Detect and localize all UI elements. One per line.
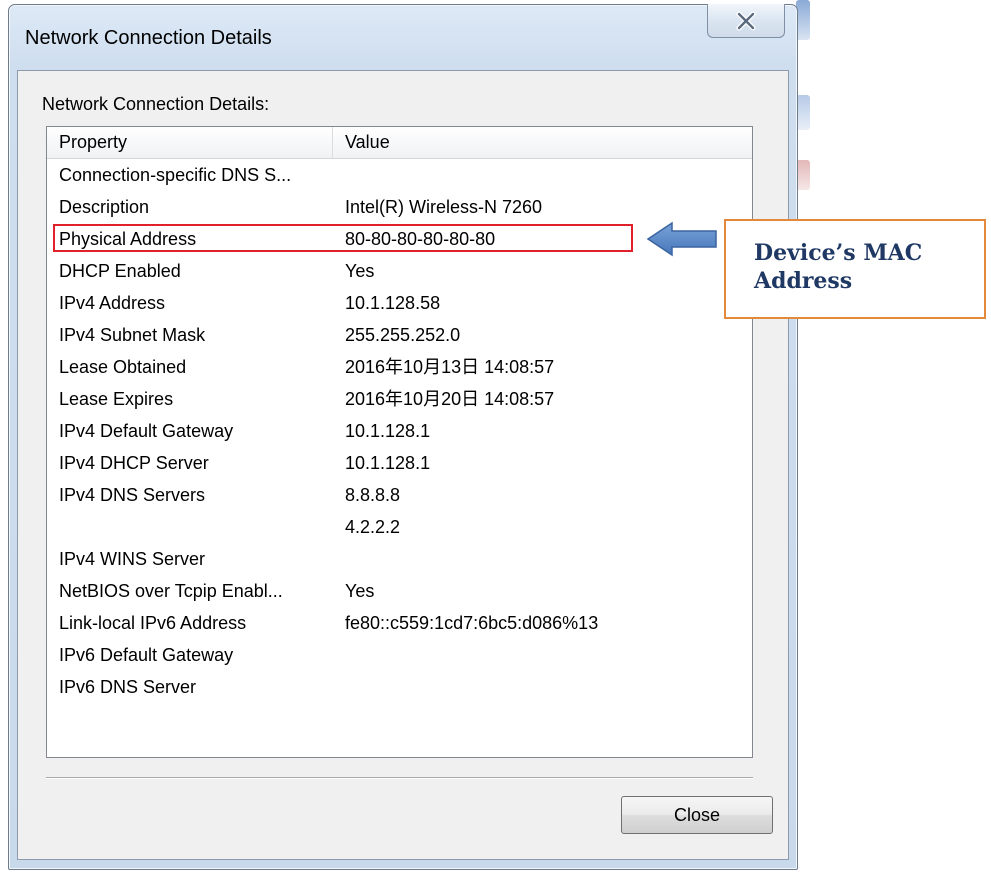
row-value — [345, 543, 745, 575]
list-row[interactable]: Lease Expires 2016年10月20日 14:08:57 — [47, 383, 752, 415]
row-property: IPv6 Default Gateway — [59, 645, 234, 665]
list-row[interactable]: 4.2.2.2 — [47, 511, 752, 543]
row-property: Description — [59, 197, 150, 217]
separator-line — [46, 777, 753, 779]
list-row[interactable]: Link-local IPv6 Address fe80::c559:1cd7:6… — [47, 607, 752, 639]
list-row[interactable]: Lease Obtained 2016年10月13日 14:08:57 — [47, 351, 752, 383]
details-group-label: Network Connection Details: — [42, 94, 270, 114]
background-desktop-edge — [796, 95, 810, 130]
row-value: 10.1.128.58 — [345, 293, 441, 313]
list-row[interactable]: IPv4 Subnet Mask 255.255.252.0 — [47, 319, 752, 351]
close-x-button[interactable] — [707, 4, 785, 38]
row-value: 2016年10月13日 14:08:57 — [345, 357, 555, 377]
row-value — [345, 159, 745, 191]
row-value: 255.255.252.0 — [345, 325, 461, 345]
row-property: Lease Expires — [59, 389, 174, 409]
list-row[interactable]: IPv4 Default Gateway 10.1.128.1 — [47, 415, 752, 447]
column-header-property[interactable]: Property — [47, 127, 333, 158]
list-row[interactable]: NetBIOS over Tcpip Enabl... Yes — [47, 575, 752, 607]
row-property: DHCP Enabled — [59, 261, 181, 281]
row-property: IPv4 Subnet Mask — [59, 325, 206, 345]
close-x-icon — [735, 11, 757, 31]
background-desktop-edge — [796, 160, 810, 190]
window-title: Network Connection Details — [25, 27, 272, 49]
list-row[interactable]: Connection-specific DNS S... — [47, 159, 752, 191]
mac-address-callout: Device’s MAC Address — [724, 219, 986, 319]
row-property: IPv4 WINS Server — [59, 549, 206, 569]
list-row[interactable]: IPv6 DNS Server — [47, 671, 752, 703]
row-property: IPv4 DNS Servers — [59, 485, 206, 505]
dialog-client-area: Network Connection Details: Property Val… — [17, 70, 789, 860]
row-property: NetBIOS over Tcpip Enabl... — [59, 581, 283, 601]
row-property: Physical Address — [59, 229, 197, 249]
row-property: IPv4 DHCP Server — [59, 453, 209, 473]
background-desktop-edge — [796, 0, 810, 40]
list-row[interactable]: IPv4 DNS Servers 8.8.8.8 — [47, 479, 752, 511]
list-row[interactable]: IPv6 Default Gateway — [47, 639, 752, 671]
row-value: 4.2.2.2 — [345, 517, 401, 537]
network-connection-details-dialog: Network Connection Details Network Conne… — [8, 4, 798, 870]
row-value: 8.8.8.8 — [345, 485, 401, 505]
row-property: Connection-specific DNS S... — [59, 165, 292, 185]
row-property — [59, 511, 329, 543]
column-header-value[interactable]: Value — [333, 127, 752, 158]
row-value: 2016年10月20日 14:08:57 — [345, 389, 555, 409]
row-value: 10.1.128.1 — [345, 453, 431, 473]
row-property: IPv4 Default Gateway — [59, 421, 234, 441]
list-row[interactable]: IPv4 WINS Server — [47, 543, 752, 575]
screenshot: Network Connection Details Network Conne… — [0, 0, 991, 874]
row-value — [345, 639, 745, 671]
row-value: Yes — [345, 581, 375, 601]
row-value: 10.1.128.1 — [345, 421, 431, 441]
left-arrow-icon — [646, 220, 718, 263]
row-value: fe80::c559:1cd7:6bc5:d086%13 — [345, 613, 599, 633]
callout-text: Device’s MAC Address — [754, 240, 923, 294]
list-row[interactable]: IPv4 DHCP Server 10.1.128.1 — [47, 447, 752, 479]
row-property: IPv4 Address — [59, 293, 166, 313]
list-header: Property Value — [47, 127, 752, 159]
row-property: Link-local IPv6 Address — [59, 613, 247, 633]
row-property: IPv6 DNS Server — [59, 677, 197, 697]
row-property: Lease Obtained — [59, 357, 187, 377]
title-bar[interactable]: Network Connection Details — [9, 4, 797, 71]
close-button[interactable]: Close — [621, 796, 773, 834]
row-value: Intel(R) Wireless-N 7260 — [345, 197, 543, 217]
row-value — [345, 671, 745, 703]
list-row[interactable]: Description Intel(R) Wireless-N 7260 — [47, 191, 752, 223]
list-row[interactable]: IPv4 Address 10.1.128.58 — [47, 287, 752, 319]
